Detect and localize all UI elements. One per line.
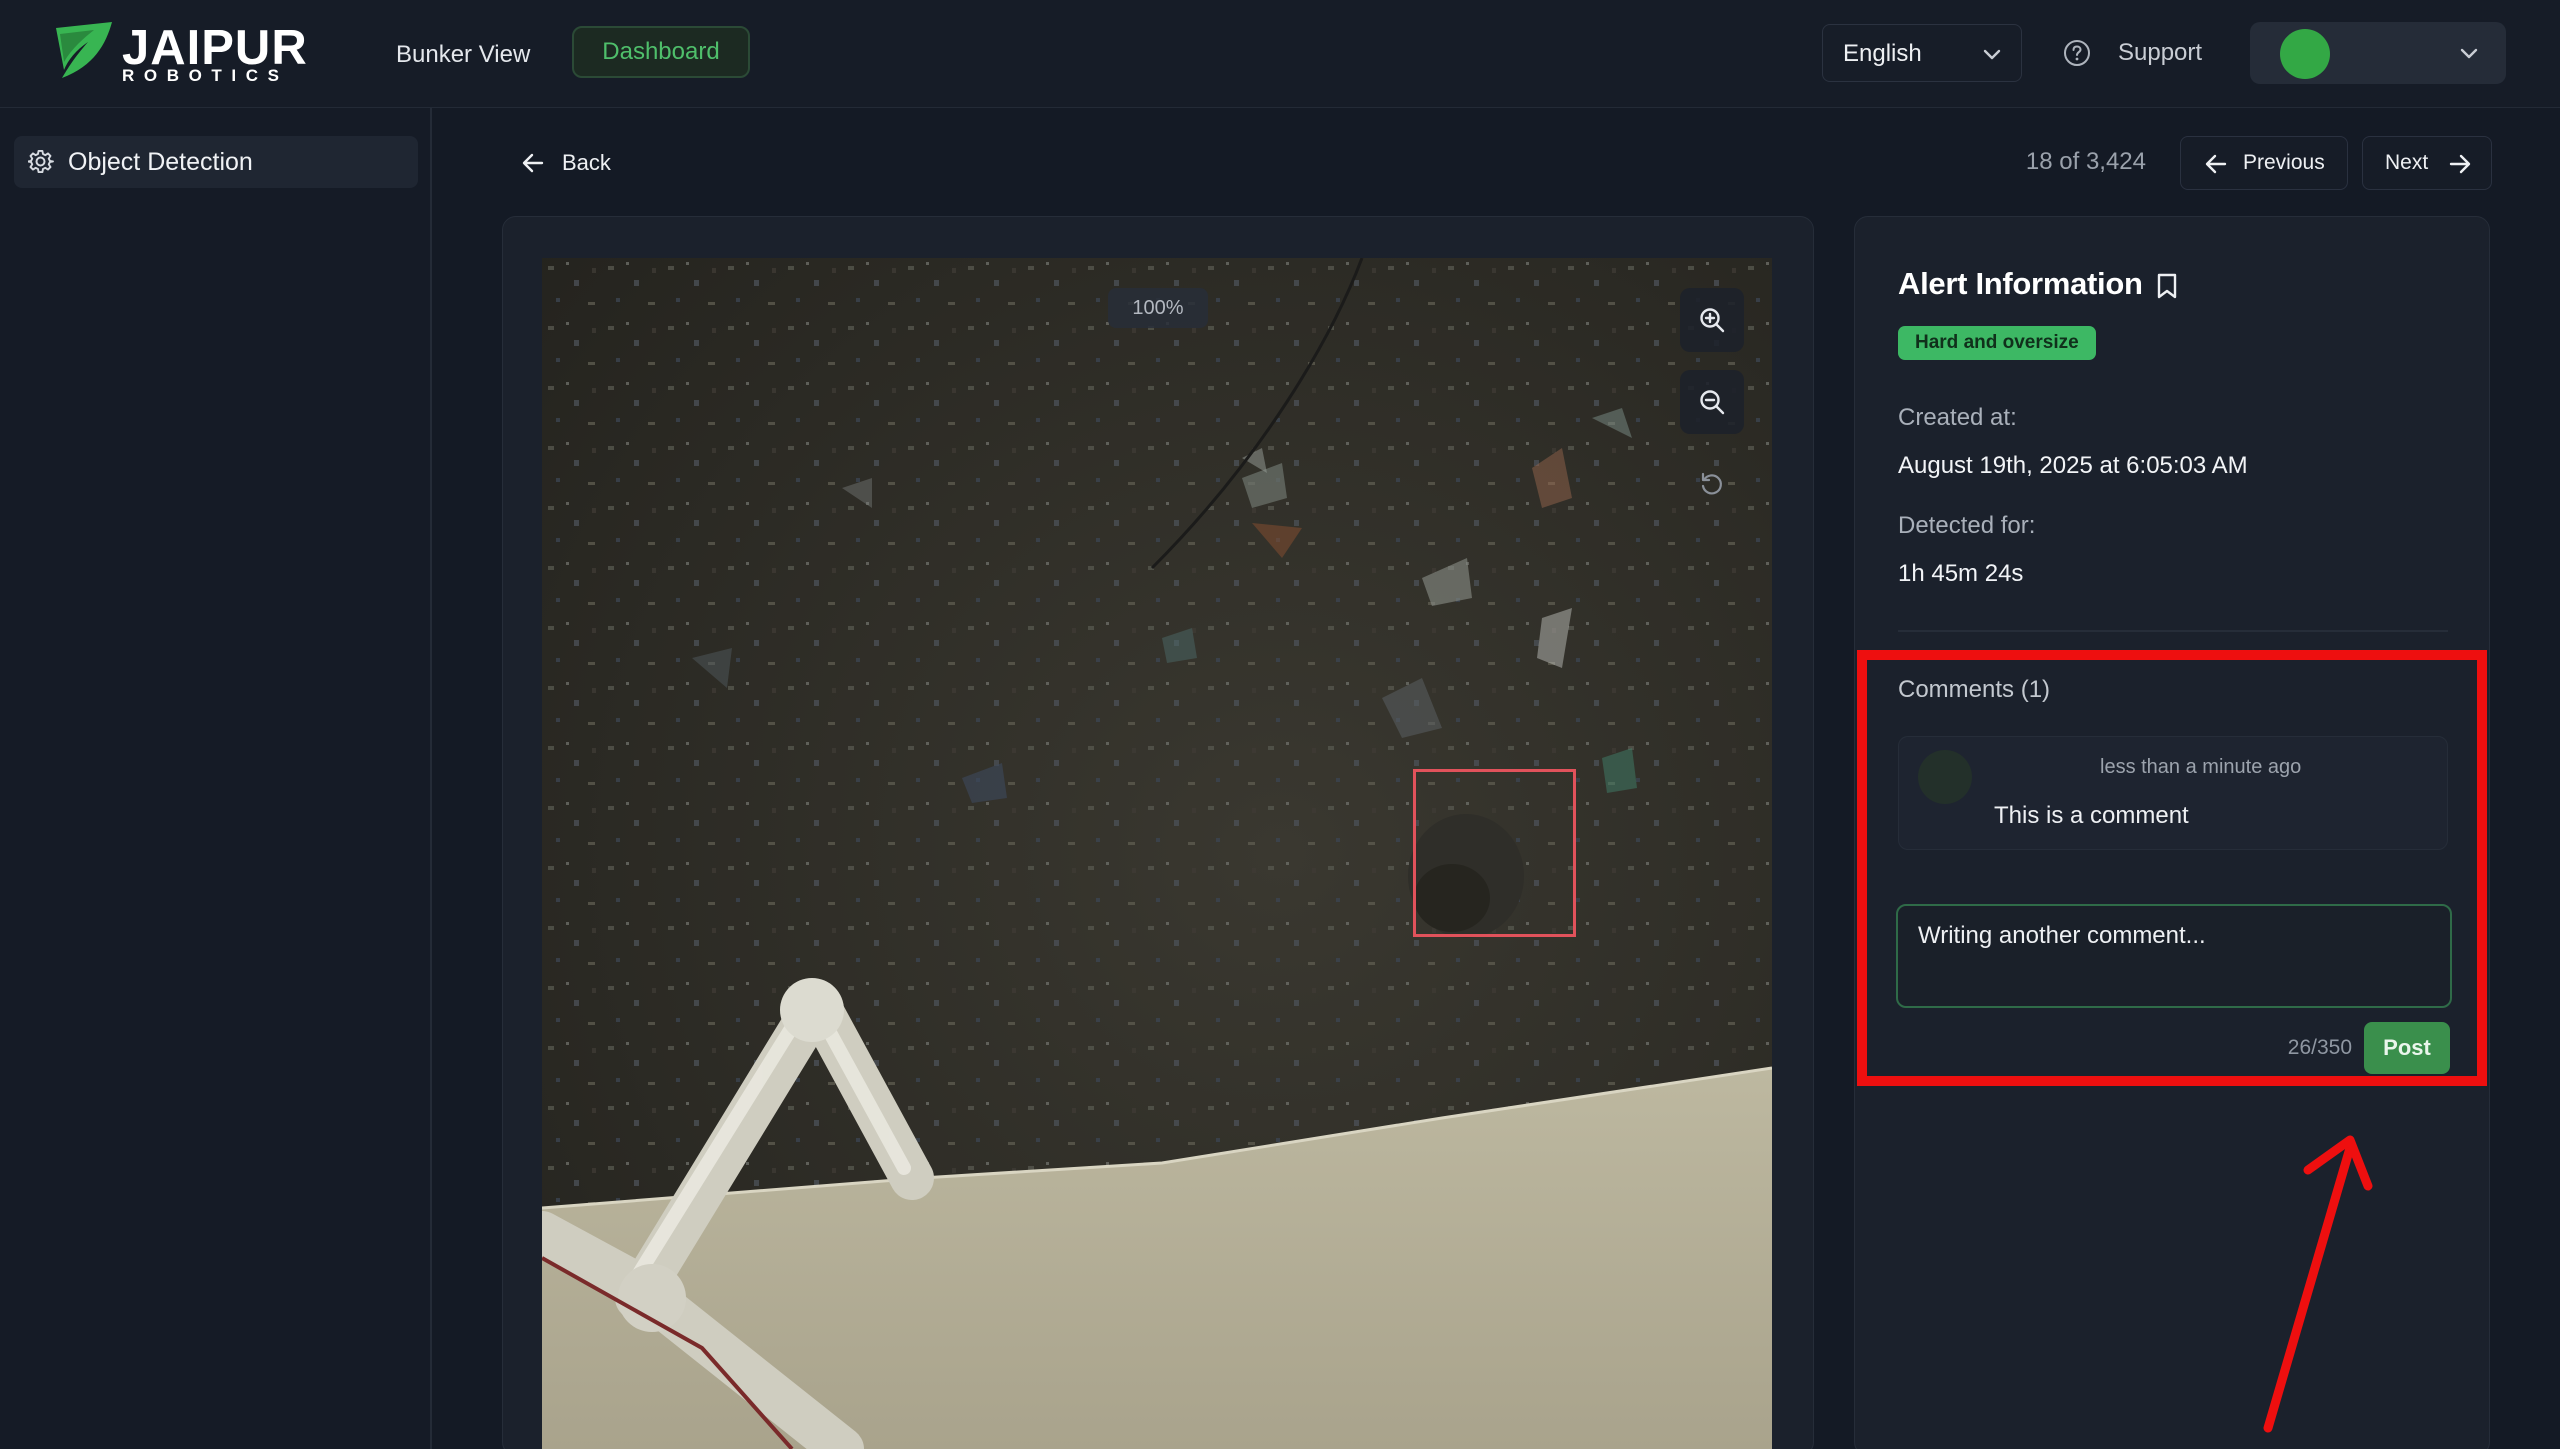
detected-for-value: 1h 45m 24s	[1898, 560, 2024, 587]
sidebar-item-label: Object Detection	[68, 148, 253, 176]
back-label: Back	[562, 150, 611, 175]
next-button[interactable]: Next	[2362, 136, 2492, 190]
arrow-left-icon	[2205, 154, 2227, 174]
bunker-scene	[542, 258, 1772, 1449]
language-select[interactable]: English	[1822, 24, 2022, 82]
reset-zoom-button[interactable]	[1680, 452, 1744, 516]
jaipur-robotics-logo[interactable]: JAIPUR ROBOTICS	[54, 21, 316, 85]
next-label: Next	[2385, 151, 2429, 174]
reset-icon	[1701, 472, 1722, 495]
support-label: Support	[2118, 39, 2203, 66]
leaf-logo-icon	[56, 22, 112, 78]
nav-dashboard[interactable]: Dashboard	[572, 26, 750, 78]
previous-label: Previous	[2243, 151, 2325, 174]
gear-icon	[28, 149, 54, 174]
user-menu[interactable]	[2250, 22, 2506, 84]
chevron-down-icon	[2460, 48, 2478, 59]
avatar	[2280, 29, 2330, 79]
zoom-level: 100%	[1108, 288, 1208, 328]
sidebar: Object Detection	[0, 108, 432, 1449]
arrow-left-icon	[522, 153, 544, 173]
alert-counter: 18 of 3,424	[2025, 148, 2146, 175]
created-at-value: August 19th, 2025 at 6:05:03 AM	[1898, 452, 2248, 479]
zoom-in-icon	[1700, 308, 1725, 333]
alert-title: Alert Information	[1898, 266, 2143, 301]
previous-button[interactable]: Previous	[2180, 136, 2348, 190]
logo-subtitle: ROBOTICS	[122, 66, 289, 85]
detection-bounding-box[interactable]	[1413, 769, 1576, 937]
help-circle-icon	[2064, 40, 2090, 66]
language-select-value: English	[1843, 40, 1922, 67]
detected-for-label: Detected for:	[1898, 512, 2036, 539]
alert-type-badge: Hard and oversize	[1898, 326, 2096, 360]
zoom-in-button[interactable]	[1680, 288, 1744, 352]
zoom-out-icon	[1700, 390, 1725, 415]
bunker-camera-image[interactable]	[542, 258, 1772, 1449]
zoom-out-button[interactable]	[1680, 370, 1744, 434]
chevron-down-icon	[1983, 49, 2001, 60]
arrow-right-icon	[2449, 154, 2471, 174]
top-bar: JAIPUR ROBOTICS Bunker View Dashboard En…	[0, 0, 2560, 108]
annotation-highlight-box	[1857, 650, 2487, 1086]
divider	[1898, 630, 2448, 632]
bookmark-icon[interactable]	[2156, 272, 2178, 300]
created-at-label: Created at:	[1898, 404, 2017, 431]
nav-bunker-view[interactable]: Bunker View	[396, 32, 530, 78]
sidebar-item-object-detection[interactable]: Object Detection	[14, 136, 418, 188]
